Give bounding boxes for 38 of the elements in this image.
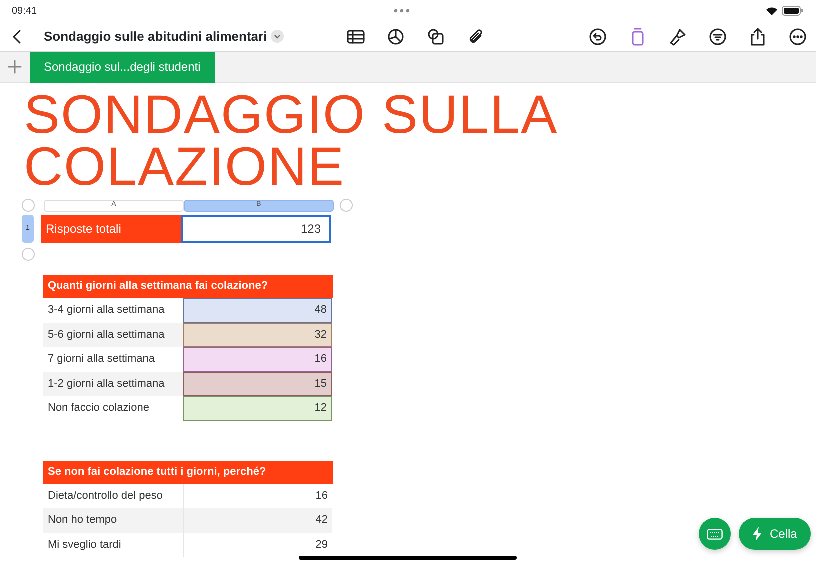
table-cell: 12 — [183, 396, 332, 420]
sheet-title: SONDAGGIO SULLA COLAZIONE — [24, 89, 557, 193]
wifi-icon — [766, 6, 778, 16]
paintbrush-icon[interactable] — [668, 26, 688, 46]
table-cell: 5-6 giorni alla settimana — [43, 322, 183, 347]
shapes-icon[interactable] — [426, 26, 446, 46]
table-cell-text: 3-4 giorni alla settimana — [47, 303, 166, 318]
table-cell: 16 — [183, 347, 332, 372]
document-title[interactable]: Sondaggio sulle abitudini alimentari — [44, 26, 268, 46]
table-cell-text: 7 giorni alla settimana — [47, 352, 156, 367]
table-cell-text: Dieta/controllo del peso — [47, 488, 164, 504]
chart-icon[interactable] — [386, 26, 406, 46]
table-cell: 32 — [183, 322, 332, 347]
table-cell: 42 — [183, 508, 332, 532]
select-table-handle[interactable] — [22, 199, 35, 212]
chevron-down-icon[interactable] — [271, 30, 284, 43]
table-header: Quanti giorni alla settimana fai colazione? — [43, 275, 333, 298]
table-cell[interactable]: 123 — [181, 215, 331, 243]
more-icon[interactable] — [788, 26, 808, 46]
keyboard-button[interactable] — [699, 518, 731, 550]
add-sheet-icon[interactable] — [8, 60, 22, 74]
multitask-dots-icon[interactable] — [394, 8, 410, 13]
table-cell: Non ho tempo — [43, 508, 183, 532]
table-cell: 15 — [183, 372, 332, 396]
table-cell: 1-2 giorni alla settimana — [43, 372, 183, 396]
bolt-icon — [753, 527, 762, 541]
filter-icon[interactable] — [708, 26, 728, 46]
table-cell-text: Non faccio colazione — [47, 401, 151, 416]
table-cell: 48 — [183, 298, 332, 322]
row-handle[interactable] — [22, 248, 35, 261]
table-header: Se non fai colazione tutti i giorni, perché? — [43, 460, 333, 484]
battery-icon — [782, 6, 804, 16]
status-time: 09:41 — [12, 4, 38, 18]
table-cell: Risposte totali — [41, 215, 181, 243]
table-cell-text: Mi sveglio tardi — [47, 538, 122, 552]
keyboard-icon — [707, 529, 723, 540]
column-handle[interactable] — [340, 199, 353, 212]
undo-icon[interactable] — [588, 26, 608, 46]
